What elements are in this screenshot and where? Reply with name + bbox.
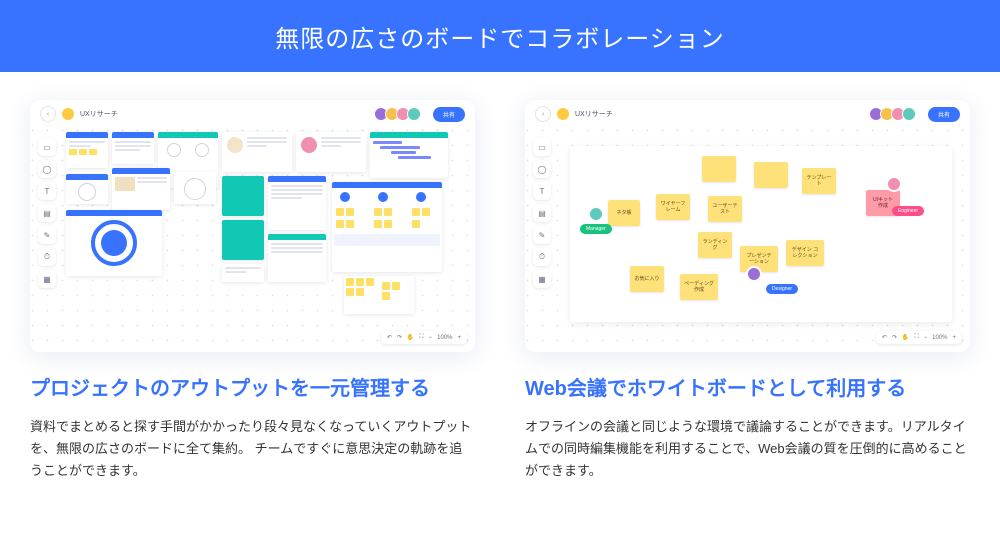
app-mockup-left: ‹ UXリサーチ 共有 ▭ ◯ T ▤ ✎ ⏱ — [30, 100, 475, 352]
doc-thumb[interactable] — [296, 132, 366, 172]
doc-thumb[interactable] — [66, 132, 108, 168]
toolbar: ▭ ◯ T ▤ ✎ ⏱ ▦ — [38, 138, 56, 288]
board-emoji — [557, 108, 569, 120]
feature-card-left: ‹ UXリサーチ 共有 ▭ ◯ T ▤ ✎ ⏱ — [30, 100, 475, 482]
feature-title-right: Web会議でホワイトボードとして利用する — [525, 374, 970, 404]
zoom-level: 100% — [437, 335, 452, 341]
app-mockup-right: ‹ UXリサーチ 共有 ▭ ◯ T ▤ ✎ ⏱ — [525, 100, 970, 352]
timer-tool-icon[interactable]: ⏱ — [38, 248, 56, 266]
sticky-note[interactable] — [702, 156, 736, 182]
text-tool-icon[interactable]: T — [38, 182, 56, 200]
feature-desc-left: 資料でまとめると探す手間がかかったり段々見なくなっていくアウトプットを、無限の広… — [30, 416, 475, 482]
avatar-stack — [379, 107, 421, 121]
doc-thumb[interactable] — [112, 168, 170, 210]
undo-icon[interactable]: ↶ — [387, 334, 392, 341]
doc-thumb[interactable] — [268, 234, 326, 282]
fit-icon[interactable]: ⛶ — [419, 334, 423, 341]
toolbar: ▭ ◯ T ▤ ✎ ⏱ ▦ — [533, 138, 551, 288]
back-icon[interactable]: ‹ — [535, 106, 551, 122]
undo-icon[interactable]: ↶ — [882, 334, 887, 341]
doc-thumb[interactable] — [222, 264, 264, 282]
doc-thumb[interactable] — [222, 132, 292, 172]
hero-title: 無限の広さのボードでコラボレーション — [275, 19, 725, 54]
sticky-note[interactable]: ユーザーテスト — [708, 196, 742, 222]
board-content — [64, 132, 467, 326]
board-title: UXリサーチ — [80, 109, 118, 119]
doc-thumb[interactable] — [268, 176, 326, 230]
doc-thumb[interactable] — [112, 132, 154, 164]
avatar[interactable] — [407, 107, 421, 121]
feature-title-left: プロジェクトのアウトプットを一元管理する — [30, 374, 475, 404]
doc-thumb[interactable] — [66, 174, 108, 204]
back-icon[interactable]: ‹ — [40, 106, 56, 122]
hand-icon[interactable]: ✋ — [407, 334, 414, 341]
mock-header: ‹ UXリサーチ 共有 — [525, 100, 970, 128]
doc-thumb[interactable] — [222, 220, 264, 260]
user-cursor-avatar — [886, 176, 902, 192]
board-title: UXリサーチ — [575, 109, 613, 119]
hero-banner: 無限の広さのボードでコラボレーション — [0, 0, 1000, 72]
timer-tool-icon[interactable]: ⏱ — [533, 248, 551, 266]
gantt-thumb[interactable] — [370, 132, 448, 178]
sticky-note[interactable]: ランディング — [698, 232, 732, 258]
sticky-note[interactable]: ペーディング作成 — [680, 274, 718, 300]
zoom-in-icon[interactable]: + — [457, 335, 461, 341]
fit-icon[interactable]: ⛶ — [914, 334, 918, 341]
share-button[interactable]: 共有 — [433, 107, 465, 122]
grid-tool-icon[interactable]: ▦ — [533, 270, 551, 288]
sticky-note[interactable]: ネタ帳 — [608, 200, 640, 226]
cursor-tool-icon[interactable]: ▭ — [533, 138, 551, 156]
zoom-level: 100% — [932, 335, 947, 341]
doc-thumb[interactable] — [222, 176, 264, 216]
role-tag-engineer: Engineer — [892, 206, 924, 216]
grid-tool-icon[interactable]: ▦ — [38, 270, 56, 288]
board-emoji — [62, 108, 74, 120]
zoom-out-icon[interactable]: − — [429, 335, 433, 341]
diagram-thumb[interactable] — [332, 182, 442, 272]
sticky-note[interactable]: テンプレート — [802, 168, 836, 194]
sticky-note[interactable] — [754, 162, 788, 188]
shape-tool-icon[interactable]: ◯ — [38, 160, 56, 178]
canvas[interactable]: ▭ ◯ T ▤ ✎ ⏱ ▦ — [30, 128, 475, 352]
zoom-controls[interactable]: ↶ ↷ ✋ ⛶ − 100% + — [381, 331, 467, 344]
user-cursor-avatar — [746, 266, 762, 282]
zoom-controls[interactable]: ↶ ↷ ✋ ⛶ − 100% + — [876, 331, 962, 344]
role-tag-designer: Designer — [766, 284, 798, 294]
share-button[interactable]: 共有 — [928, 107, 960, 122]
sticky-tool-icon[interactable]: ▤ — [38, 204, 56, 222]
sticky-note[interactable]: お気に入り — [630, 266, 664, 292]
circle-diagram[interactable] — [66, 210, 162, 276]
feature-card-right: ‹ UXリサーチ 共有 ▭ ◯ T ▤ ✎ ⏱ — [525, 100, 970, 482]
sticky-cluster[interactable] — [344, 276, 414, 314]
sticky-tool-icon[interactable]: ▤ — [533, 204, 551, 222]
sticky-note[interactable]: ワイヤーフレーム — [656, 194, 690, 220]
user-cursor-avatar — [588, 206, 604, 222]
pen-tool-icon[interactable]: ✎ — [38, 226, 56, 244]
hand-icon[interactable]: ✋ — [902, 334, 909, 341]
avatar-stack — [874, 107, 916, 121]
redo-icon[interactable]: ↷ — [397, 334, 402, 341]
role-tag-manager: Manager — [580, 224, 612, 234]
avatar[interactable] — [902, 107, 916, 121]
redo-icon[interactable]: ↷ — [892, 334, 897, 341]
pen-tool-icon[interactable]: ✎ — [533, 226, 551, 244]
zoom-out-icon[interactable]: − — [924, 335, 928, 341]
doc-thumb[interactable] — [174, 172, 216, 204]
canvas[interactable]: ▭ ◯ T ▤ ✎ ⏱ ▦ ネタ帳 ワイヤーフレーム ユーザーテスト テンプレー… — [525, 128, 970, 352]
feature-desc-right: オフラインの会議と同じような環境で議論することができます。リアルタイムでの同時編… — [525, 416, 970, 482]
sticky-note[interactable]: デザイン コレクション — [786, 240, 824, 266]
whiteboard[interactable]: ネタ帳 ワイヤーフレーム ユーザーテスト テンプレート UIキット 作成 ランデ… — [570, 146, 952, 322]
mock-header: ‹ UXリサーチ 共有 — [30, 100, 475, 128]
cursor-tool-icon[interactable]: ▭ — [38, 138, 56, 156]
zoom-in-icon[interactable]: + — [952, 335, 956, 341]
shape-tool-icon[interactable]: ◯ — [533, 160, 551, 178]
text-tool-icon[interactable]: T — [533, 182, 551, 200]
feature-cards: ‹ UXリサーチ 共有 ▭ ◯ T ▤ ✎ ⏱ — [0, 72, 1000, 482]
